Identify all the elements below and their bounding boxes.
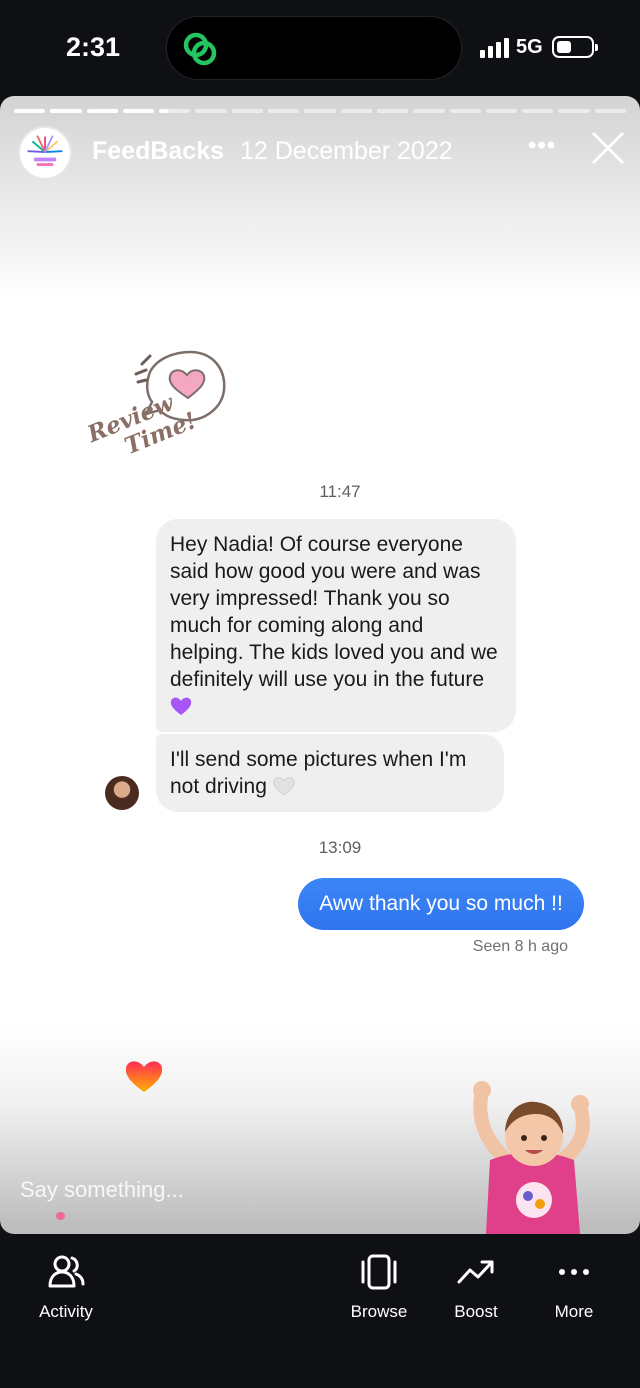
bottom-nav: Activity Browse Boost More bbox=[0, 1234, 640, 1388]
signal-icon bbox=[480, 38, 509, 58]
chat-timestamp: 13:09 bbox=[318, 838, 362, 857]
progress-segment bbox=[522, 109, 554, 113]
story-options-button[interactable]: ••• bbox=[528, 132, 556, 160]
story-progress bbox=[14, 109, 627, 113]
account-name[interactable]: FeedBacks bbox=[92, 137, 224, 166]
progress-segment bbox=[268, 109, 300, 113]
progress-segment bbox=[413, 109, 445, 113]
progress-segment bbox=[195, 109, 227, 113]
progress-segment bbox=[122, 109, 155, 113]
nav-more-label: More bbox=[554, 1302, 594, 1321]
activity-icon bbox=[48, 1255, 85, 1288]
nav-activity-label: Activity bbox=[39, 1302, 93, 1321]
story-date: 12 December 2022 bbox=[240, 137, 453, 165]
account-avatar[interactable] bbox=[18, 126, 72, 180]
chat-screenshot: 11:47 Hey Nadia! Of course everyone said… bbox=[84, 456, 596, 962]
boost-icon bbox=[457, 1260, 494, 1284]
status-bar: 2:31 5G bbox=[0, 0, 640, 96]
received-message: Hey Nadia! Of course everyone said how g… bbox=[156, 519, 516, 732]
progress-segment bbox=[449, 109, 481, 113]
progress-segment bbox=[558, 109, 590, 113]
purple-heart-icon bbox=[170, 697, 192, 715]
story-header: FeedBacks 12 December 2022 ••• bbox=[18, 124, 628, 180]
nav-browse-label: Browse bbox=[350, 1302, 408, 1321]
nav-boost-label: Boost bbox=[454, 1302, 498, 1321]
progress-segment bbox=[340, 109, 372, 113]
phone-screen: 2:31 5G FeedBacks 12 December 2022 ••• R… bbox=[0, 0, 640, 1388]
progress-segment bbox=[86, 109, 118, 113]
progress-segment bbox=[376, 109, 409, 113]
dynamic-island bbox=[166, 16, 462, 80]
chat-timestamp: 11:47 bbox=[319, 482, 361, 501]
received-message: I'll send some pictures when I'm not dri… bbox=[156, 734, 504, 812]
progress-segment bbox=[14, 109, 46, 113]
nav-browse[interactable]: Browse bbox=[324, 1246, 434, 1322]
cheering-toddler-sticker bbox=[473, 1081, 590, 1234]
network-label: 5G bbox=[516, 36, 543, 58]
sent-message: Aww thank you so much !! bbox=[298, 878, 584, 930]
progress-segment bbox=[159, 109, 191, 113]
progress-segment bbox=[231, 109, 264, 113]
progress-segment bbox=[594, 109, 627, 113]
nav-activity[interactable]: Activity bbox=[11, 1246, 121, 1322]
like-heart-icon[interactable] bbox=[124, 1058, 164, 1094]
link-chain-icon bbox=[183, 32, 217, 66]
nav-boost[interactable]: Boost bbox=[421, 1246, 531, 1322]
story-viewer[interactable]: FeedBacks 12 December 2022 ••• Review Ti… bbox=[0, 96, 640, 1234]
reply-input[interactable]: Say something... bbox=[20, 1177, 184, 1203]
reaction-dot bbox=[56, 1212, 65, 1220]
seen-status: Seen 8 h ago bbox=[472, 938, 568, 955]
fireworks-logo-icon bbox=[27, 135, 63, 166]
progress-segment bbox=[304, 109, 336, 113]
progress-segment bbox=[50, 109, 82, 113]
more-icon bbox=[559, 1269, 589, 1275]
status-time: 2:31 bbox=[66, 32, 121, 62]
close-icon[interactable] bbox=[590, 130, 626, 166]
browse-icon bbox=[361, 1254, 397, 1290]
white-heart-icon bbox=[273, 777, 295, 796]
nav-more[interactable]: More bbox=[519, 1246, 629, 1322]
battery-icon bbox=[552, 36, 598, 58]
sender-avatar bbox=[105, 776, 139, 810]
progress-segment bbox=[485, 109, 518, 113]
